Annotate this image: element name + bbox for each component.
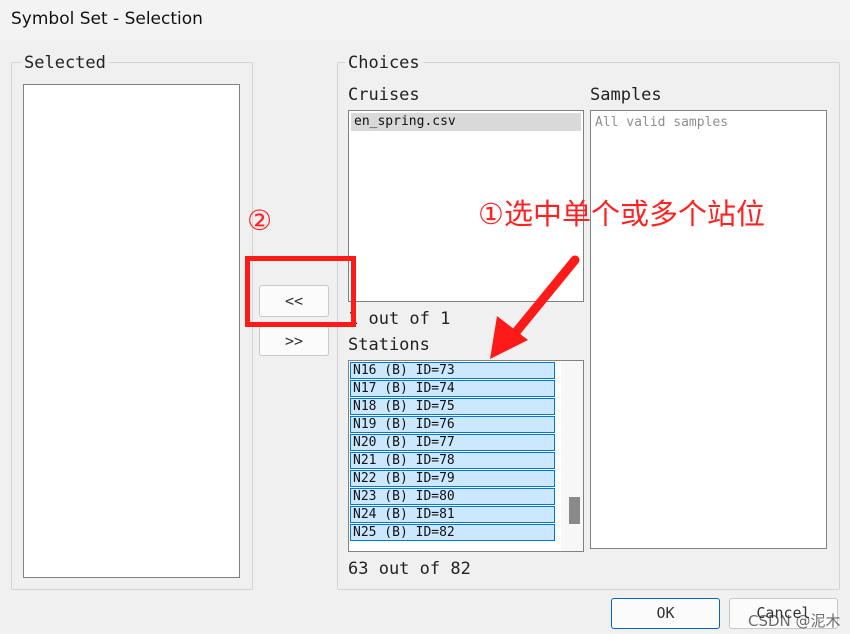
stations-list[interactable]: N16 (B) ID=73 N17 (B) ID=74 N18 (B) ID=75 N… bbox=[348, 360, 584, 552]
scrollbar-thumb[interactable] bbox=[569, 497, 580, 524]
cruise-item[interactable]: en_spring.csv bbox=[351, 113, 581, 131]
samples-placeholder: All valid samples bbox=[595, 115, 729, 130]
watermark: CSDN @泥木 bbox=[748, 612, 841, 630]
selected-group-label: Selected bbox=[21, 53, 109, 73]
station-item[interactable]: N19 (B) ID=76 bbox=[350, 416, 555, 433]
station-item[interactable]: N21 (B) ID=78 bbox=[350, 452, 555, 469]
station-item[interactable]: N17 (B) ID=74 bbox=[350, 380, 555, 397]
station-item[interactable]: N22 (B) ID=79 bbox=[350, 470, 555, 487]
station-item[interactable]: N24 (B) ID=81 bbox=[350, 506, 555, 523]
station-item[interactable]: N20 (B) ID=77 bbox=[350, 434, 555, 451]
samples-list[interactable]: All valid samples bbox=[590, 110, 827, 549]
cruises-count: 1 out of 1 bbox=[348, 309, 451, 329]
move-right-button[interactable]: >> bbox=[259, 326, 329, 356]
scrollbar[interactable] bbox=[561, 361, 583, 551]
step2-annotation: ② bbox=[247, 204, 273, 237]
choices-group-label: Choices bbox=[345, 53, 423, 73]
ok-label: OK bbox=[656, 604, 675, 622]
window-title: Symbol Set - Selection bbox=[11, 9, 203, 29]
samples-label: Samples bbox=[590, 85, 662, 105]
stations-label: Stations bbox=[348, 335, 430, 355]
cruises-label: Cruises bbox=[348, 85, 420, 105]
stations-count: 63 out of 82 bbox=[348, 559, 471, 579]
station-item[interactable]: N23 (B) ID=80 bbox=[350, 488, 555, 505]
move-right-label: >> bbox=[284, 332, 304, 350]
station-item[interactable]: N18 (B) ID=75 bbox=[350, 398, 555, 415]
station-item[interactable]: N25 (B) ID=82 bbox=[350, 524, 555, 541]
step1-annotation: ①选中单个或多个站位 bbox=[478, 197, 765, 231]
ok-button[interactable]: OK bbox=[611, 598, 720, 629]
highlight-box bbox=[245, 256, 356, 327]
title-bar: Symbol Set - Selection bbox=[0, 0, 850, 40]
selected-list[interactable] bbox=[23, 84, 240, 578]
station-item[interactable]: N16 (B) ID=73 bbox=[350, 362, 555, 379]
